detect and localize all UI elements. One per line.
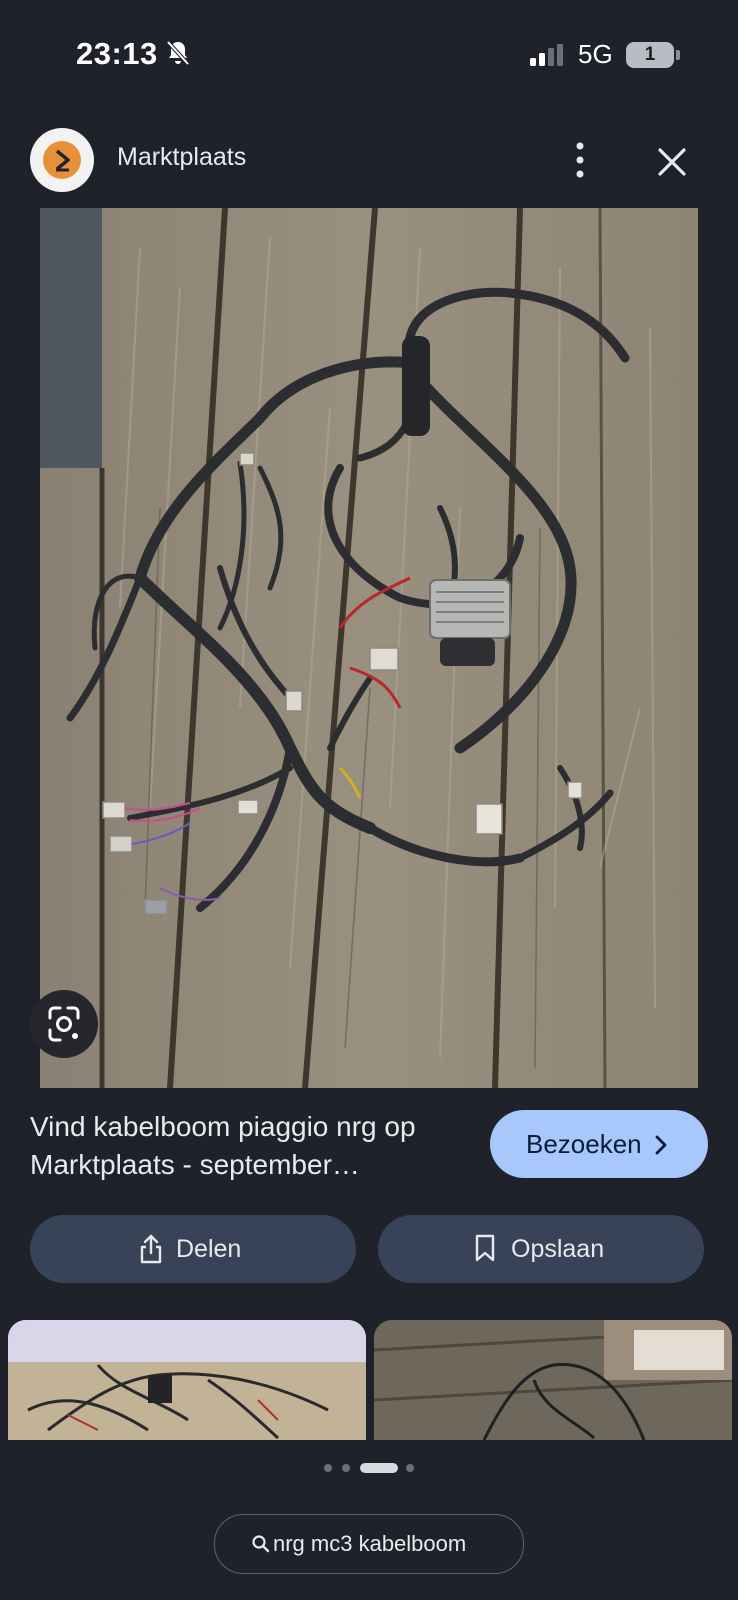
lens-icon <box>48 1006 80 1042</box>
more-vert-icon <box>576 142 584 178</box>
related-search-chip[interactable]: nrg mc3 kabelboom <box>214 1514 524 1574</box>
chevron-right-icon <box>655 1135 667 1155</box>
bookmark-icon <box>475 1234 495 1262</box>
network-type: 5G <box>578 39 613 69</box>
signal-icon <box>530 44 566 71</box>
carousel-dot-active[interactable] <box>360 1463 398 1473</box>
more-options-button[interactable] <box>568 138 592 182</box>
carousel-dot[interactable] <box>342 1464 350 1472</box>
wiring-harness-photo <box>40 208 698 1088</box>
battery-icon: 1 <box>626 42 674 68</box>
result-image[interactable] <box>40 208 698 1088</box>
logo-mark <box>43 141 81 179</box>
search-icon <box>252 1535 270 1553</box>
status-time: 23:13 <box>76 36 158 71</box>
harness-photo-thumbnail <box>374 1320 732 1440</box>
share-icon <box>140 1234 162 1264</box>
harness-photo-thumbnail <box>8 1320 366 1440</box>
bell-off-icon <box>166 40 190 71</box>
battery-tip <box>676 50 680 60</box>
share-button-label: Delen <box>176 1235 242 1263</box>
search-chip-label: nrg mc3 kabelboom <box>273 1531 467 1556</box>
carousel-dot[interactable] <box>324 1464 332 1472</box>
visit-button[interactable]: Bezoeken <box>490 1110 708 1178</box>
site-name[interactable]: Marktplaats <box>117 143 246 172</box>
related-result-thumbnail[interactable] <box>8 1320 366 1440</box>
close-icon <box>658 148 686 176</box>
close-button[interactable] <box>652 142 692 182</box>
marktplaats-logo[interactable] <box>30 128 94 192</box>
battery-level: 1 <box>644 44 656 65</box>
viewer-header: Marktplaats <box>0 118 738 208</box>
result-title[interactable]: Vind kabelboom piaggio nrg op Marktplaat… <box>30 1108 460 1184</box>
carousel-dot[interactable] <box>406 1464 414 1472</box>
lens-button[interactable] <box>30 990 98 1058</box>
save-button-label: Opslaan <box>511 1235 605 1263</box>
save-button[interactable]: Opslaan <box>378 1215 704 1283</box>
related-result-thumbnail[interactable] <box>374 1320 732 1440</box>
carousel-pagination <box>0 1462 738 1474</box>
share-button[interactable]: Delen <box>30 1215 356 1283</box>
visit-button-label: Bezoeken <box>526 1129 642 1159</box>
status-bar: 23:13 5G 1 <box>0 0 738 110</box>
